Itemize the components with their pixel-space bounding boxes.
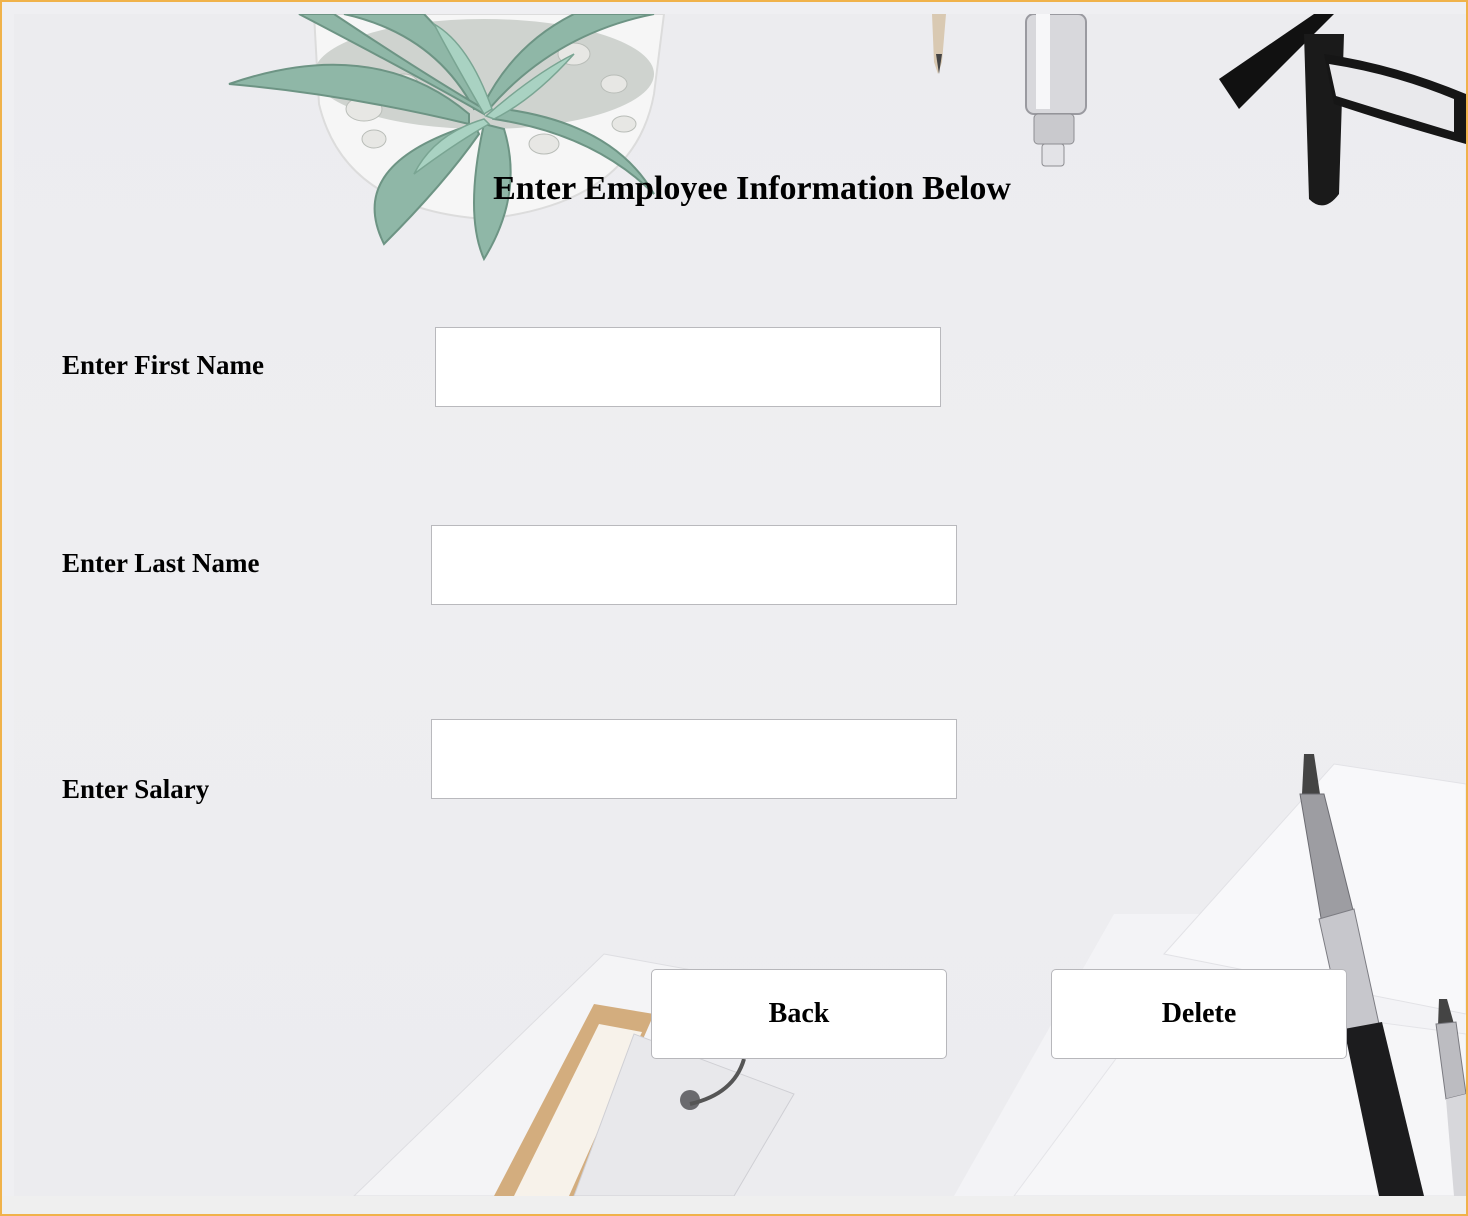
back-button-label: Back <box>768 998 830 1029</box>
last-name-input[interactable] <box>431 525 957 605</box>
salary-input[interactable] <box>431 719 957 799</box>
first-name-input[interactable] <box>435 327 941 407</box>
delete-button[interactable]: Delete <box>1051 969 1347 1059</box>
succulent-plant-image <box>228 14 666 262</box>
delete-button-label: Delete <box>1161 998 1237 1029</box>
pen-image <box>1025 14 1087 167</box>
first-name-label: Enter First Name <box>62 350 264 380</box>
pencil-image <box>932 14 946 74</box>
back-button[interactable]: Back <box>651 969 947 1059</box>
salary-label: Enter Salary <box>62 774 210 804</box>
form-title: Enter Employee Information Below <box>493 170 1011 207</box>
window-bottom-strip <box>2 1196 1466 1214</box>
last-name-label: Enter Last Name <box>62 548 260 578</box>
app-window: Enter Employee Information Below Enter F… <box>0 0 1468 1216</box>
